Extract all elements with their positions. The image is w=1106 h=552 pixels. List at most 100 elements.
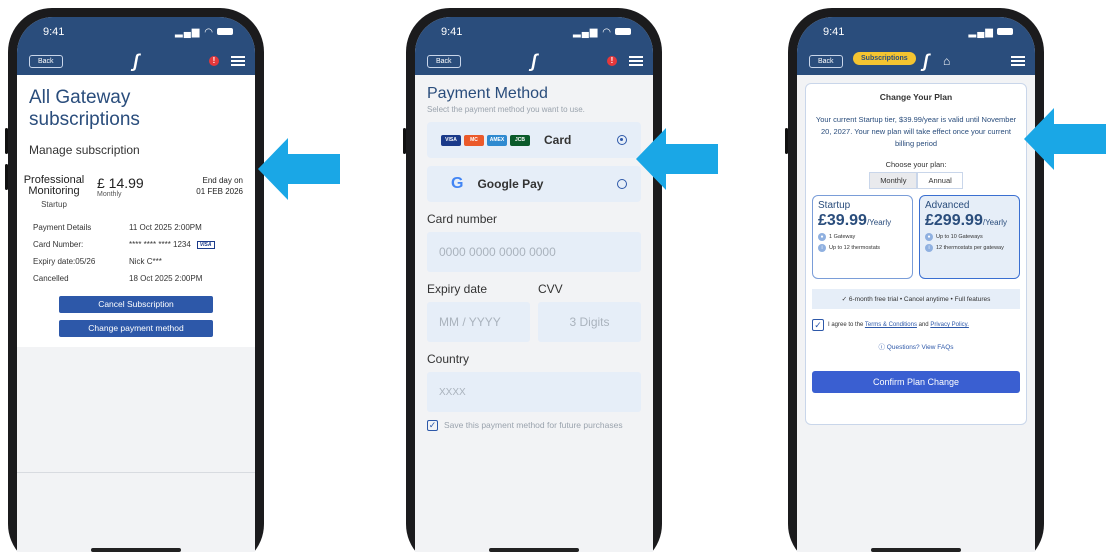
expiry-row: Expiry date:05/26 Nick C*** — [33, 257, 162, 266]
subscription-panel: All Gateway subscriptions Manage subscri… — [17, 75, 255, 347]
cvv-input[interactable]: 3 Digits — [538, 302, 641, 342]
end-date: End day on 01 FEB 2026 — [196, 176, 243, 196]
confirm-plan-button[interactable]: Confirm Plan Change — [812, 371, 1020, 393]
app-bar: Back ʃ ! — [17, 47, 255, 75]
menu-icon[interactable] — [231, 56, 245, 66]
payment-details-row: Payment Details 11 Oct 2025 2:00PM — [33, 223, 202, 232]
back-button[interactable]: Back — [29, 54, 63, 68]
page-subtitle: Select the payment method you want to us… — [427, 105, 585, 114]
cancel-subscription-button[interactable]: Cancel Subscription — [59, 296, 213, 313]
signal-icon: ▂▄▆ — [969, 27, 1013, 38]
stage: 9:41 ▂▄▆ ◠ Back ʃ ! All Gateway subscrip… — [0, 0, 1106, 552]
plan-options: Startup £39.99/Yearly ● 1 Gateway i Up to … — [812, 195, 1020, 279]
phone-1: 9:41 ▂▄▆ ◠ Back ʃ ! All Gateway subscrip… — [5, 8, 264, 552]
expiry-label: Expiry date — [427, 282, 488, 296]
monthly-toggle[interactable]: Monthly — [869, 172, 918, 189]
section-title: Manage subscription — [29, 143, 140, 157]
terms-checkbox[interactable]: ✓ — [812, 319, 824, 331]
amex-icon: AMEX — [487, 134, 507, 146]
arrow-pointer-1 — [258, 138, 340, 200]
status-bar: 9:41 ▂▄▆ ◠ — [17, 17, 255, 47]
google-icon: G — [451, 175, 464, 192]
privacy-link[interactable]: Privacy Policy. — [930, 322, 969, 328]
current-plan-info: Your current Startup tier, $39.99/year i… — [815, 115, 1017, 148]
home-icon[interactable]: ⌂ — [943, 54, 950, 68]
save-method-row: ✓ Save this payment method for future pu… — [427, 420, 641, 431]
choose-plan-label: Choose your plan: — [885, 160, 947, 169]
plan-price: £ 14.99 Monthly — [97, 175, 144, 198]
card-number-row: Card Number: **** **** **** 1234 VISA — [29, 237, 243, 254]
home-indicator — [489, 548, 579, 552]
menu-icon[interactable] — [1011, 56, 1025, 66]
thermostat-icon: i — [818, 244, 826, 252]
alert-icon[interactable]: ! — [607, 56, 617, 66]
plan-name: Professional Monitoring Startup — [23, 174, 85, 210]
expiry-input[interactable]: MM / YYYY — [427, 302, 530, 342]
signal-icon: ▂▄▆ ◠ — [175, 27, 233, 38]
card-option[interactable]: VISA MC AMEX JCB Card — [427, 122, 641, 158]
change-plan-card: Change Your Plan Your current Startup ti… — [805, 83, 1027, 425]
screen-change-plan: 9:41 ▂▄▆ Back Subscriptions ʃ ⌂ Change Y… — [797, 17, 1035, 552]
screen-subscriptions: 9:41 ▂▄▆ ◠ Back ʃ ! All Gateway subscrip… — [17, 17, 255, 552]
card-radio[interactable] — [617, 135, 627, 145]
status-bar: 9:41 ▂▄▆ — [797, 17, 1035, 47]
faq-link[interactable]: ⓘ Questions? View FAQs — [812, 341, 1020, 351]
country-label: Country — [427, 352, 470, 366]
cvv-label: CVV — [538, 282, 563, 296]
page-title: All Gateway subscriptions — [29, 87, 140, 130]
card-label: Card — [544, 133, 572, 147]
logo-icon: ʃ — [133, 50, 139, 71]
status-bar: 9:41 ▂▄▆ ◠ — [415, 17, 653, 47]
gateway-icon: ● — [818, 233, 826, 241]
battery-icon — [217, 28, 233, 36]
logo-icon: ʃ — [531, 50, 537, 71]
billing-toggle: Monthly Annual — [812, 172, 1020, 189]
terms-row: ✓ I agree to the Terms & Conditions and … — [812, 319, 1020, 331]
status-time: 9:41 — [43, 26, 65, 38]
back-button[interactable]: Back — [809, 54, 843, 68]
arrow-pointer-3 — [1024, 108, 1106, 170]
google-pay-option[interactable]: G Google Pay — [427, 166, 641, 202]
visa-icon: VISA — [441, 134, 461, 146]
gateway-icon: ● — [925, 233, 933, 241]
status-time: 9:41 — [441, 26, 463, 38]
google-pay-radio[interactable] — [617, 179, 627, 189]
alert-icon[interactable]: ! — [209, 56, 219, 66]
subscriptions-pill[interactable]: Subscriptions — [853, 52, 916, 65]
status-time: 9:41 — [823, 26, 845, 38]
divider — [17, 472, 255, 473]
arrow-pointer-2 — [636, 128, 718, 190]
mastercard-icon: MC — [464, 134, 484, 146]
card-logos: VISA MC AMEX JCB — [441, 134, 530, 146]
page-title: Payment Method — [427, 85, 548, 102]
jcb-icon: JCB — [510, 134, 530, 146]
home-indicator — [871, 548, 961, 552]
signal-icon: ▂▄▆ ◠ — [573, 27, 631, 38]
screen-payment-method: 9:41 ▂▄▆ ◠ Back ʃ ! Payment Method Selec… — [415, 17, 653, 552]
save-method-checkbox[interactable]: ✓ — [427, 420, 438, 431]
logo-icon: ʃ — [923, 50, 929, 71]
thermostat-icon: i — [925, 244, 933, 252]
back-button[interactable]: Back — [427, 54, 461, 68]
card-number-label: Card number — [427, 212, 498, 226]
cancelled-row: Cancelled 18 Oct 2025 2:00PM — [33, 274, 203, 283]
change-payment-button[interactable]: Change payment method — [59, 320, 213, 337]
plan-advanced[interactable]: Advanced £299.99/Yearly ● Up to 10 Gatewa… — [919, 195, 1020, 279]
visa-icon: VISA — [196, 240, 215, 249]
country-input[interactable]: XXXX — [427, 372, 641, 412]
terms-link[interactable]: Terms & Conditions — [865, 322, 917, 328]
phone-3: 9:41 ▂▄▆ Back Subscriptions ʃ ⌂ Change Y… — [785, 8, 1044, 552]
battery-icon — [997, 28, 1013, 36]
menu-icon[interactable] — [629, 56, 643, 66]
change-plan-title: Change Your Plan — [879, 92, 953, 102]
google-pay-label: Google Pay — [477, 177, 544, 191]
phone-2: 9:41 ▂▄▆ ◠ Back ʃ ! Payment Method Selec… — [403, 8, 662, 552]
plan-tier: Startup — [41, 200, 67, 209]
annual-toggle[interactable]: Annual — [917, 172, 963, 189]
app-bar: Back ʃ ! — [415, 47, 653, 75]
card-number-input[interactable]: 0000 0000 0000 0000 — [427, 232, 641, 272]
home-indicator — [91, 548, 181, 552]
plan-row: Professional Monitoring Startup £ 14.99 … — [24, 175, 243, 210]
battery-icon — [615, 28, 631, 36]
plan-startup[interactable]: Startup £39.99/Yearly ● 1 Gateway i Up to … — [812, 195, 913, 279]
